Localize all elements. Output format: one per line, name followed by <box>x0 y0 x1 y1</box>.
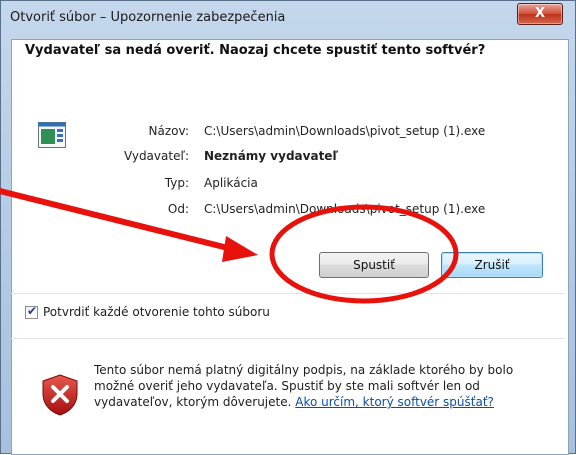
title-bar[interactable]: Otvoriť súbor – Upozornenie zabezpečenia… <box>1 1 575 37</box>
from-value: C:\Users\admin\Downloads\pivot_setup (1)… <box>204 202 486 216</box>
security-warning-dialog: Otvoriť súbor – Upozornenie zabezpečenia… <box>0 0 576 455</box>
security-warning-shield-icon <box>42 374 78 416</box>
separator <box>11 293 565 294</box>
confirm-open-checkbox[interactable]: ✔ <box>25 304 38 319</box>
run-button[interactable]: Spustiť <box>319 252 429 278</box>
warning-text: Tento súbor nemá platný digitálny podpis… <box>94 362 534 410</box>
dialog-headline: Vydavateľ sa nedá overiť. Naozaj chcete … <box>25 43 486 58</box>
name-value: C:\Users\admin\Downloads\pivot_setup (1)… <box>204 124 486 138</box>
cancel-button[interactable]: Zrušiť <box>441 252 543 278</box>
confirm-open-label[interactable]: Potvrdiť každé otvorenie tohto súboru <box>43 305 270 319</box>
separator <box>11 338 565 339</box>
close-icon: X <box>534 6 546 21</box>
name-label: Názov: <box>148 124 189 138</box>
checkmark-icon: ✔ <box>27 304 38 318</box>
from-label: Od: <box>167 202 189 216</box>
close-button[interactable]: X <box>517 3 563 25</box>
help-link[interactable]: Ako určím, ktorý softvér spúšťať? <box>295 395 494 409</box>
window-title: Otvoriť súbor – Upozornenie zabezpečenia <box>10 10 286 25</box>
publisher-label: Vydavateľ: <box>123 149 189 163</box>
type-value: Aplikácia <box>204 176 258 190</box>
type-label: Typ: <box>164 176 189 190</box>
publisher-value: Neznámy vydavateľ <box>204 149 339 163</box>
